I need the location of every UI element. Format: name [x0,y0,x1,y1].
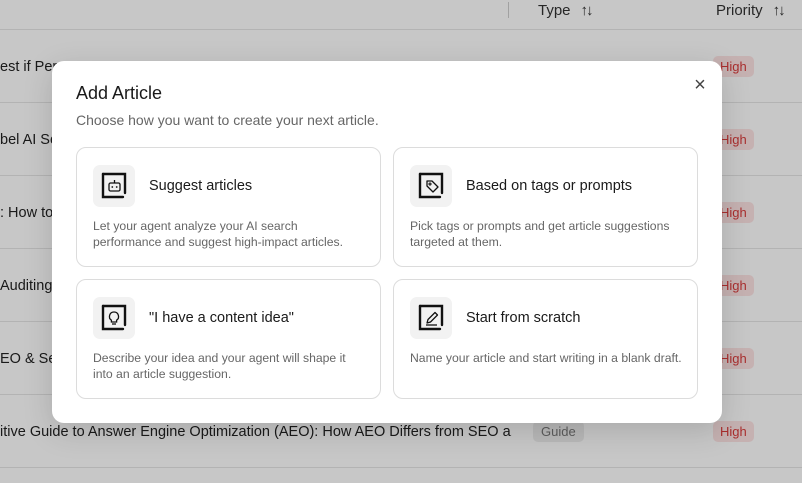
card-title: "I have a content idea" [149,310,294,326]
suggest-articles-option[interactable]: Suggest articles Let your agent analyze … [76,147,381,267]
content-idea-option[interactable]: "I have a content idea" Describe your id… [76,279,381,399]
tag-icon [410,165,452,207]
tags-or-prompts-option[interactable]: Based on tags or prompts Pick tags or pr… [393,147,698,267]
card-title: Start from scratch [466,310,581,326]
lightbulb-icon [93,297,135,339]
pencil-icon [410,297,452,339]
robot-icon [93,165,135,207]
dialog-subtitle: Choose how you want to create your next … [76,112,379,128]
card-title: Based on tags or prompts [466,178,633,194]
add-article-dialog: × Add Article Choose how you want to cre… [52,61,722,423]
card-description: Pick tags or prompts and get article sug… [410,219,670,249]
dialog-title: Add Article [76,83,163,103]
card-description: Describe your idea and your agent will s… [93,351,346,381]
card-description: Let your agent analyze your AI search pe… [93,219,343,249]
start-from-scratch-option[interactable]: Start from scratch Name your article and… [393,279,698,399]
card-title: Suggest articles [149,178,253,194]
close-icon[interactable]: × [690,75,710,95]
card-description: Name your article and start writing in a… [410,351,682,365]
